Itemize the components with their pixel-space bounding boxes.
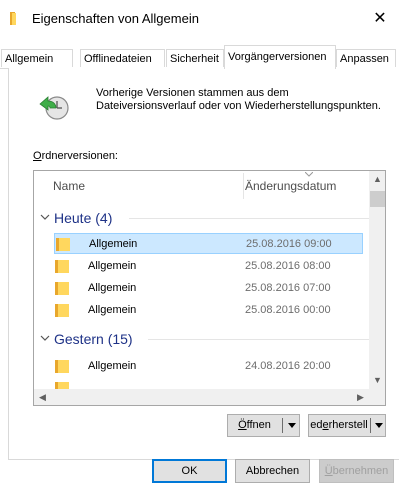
- group-label: Heute (4): [54, 210, 113, 226]
- column-header-name[interactable]: Name: [53, 171, 85, 201]
- group-header-yesterday[interactable]: Gestern (15): [34, 328, 369, 352]
- open-split-button[interactable]: Öffnen: [227, 414, 300, 437]
- restore-button-label: ederherstell: [310, 419, 368, 431]
- tab-anpassen[interactable]: Anpassen: [336, 49, 396, 67]
- column-header-date[interactable]: Änderungsdatum: [245, 171, 336, 201]
- list-item-partial[interactable]: [54, 378, 363, 389]
- dropdown-arrow-icon[interactable]: [285, 415, 299, 436]
- tab-allgemein[interactable]: Allgemein: [1, 49, 73, 67]
- restore-split-button[interactable]: ederherstell: [308, 414, 386, 437]
- tab-strip: Allgemein Offlinedateien Sicherheit Vorg…: [0, 44, 399, 69]
- open-button-label: Öffnen: [238, 419, 271, 431]
- folder-versions-label-rest: rdnerversionen:: [41, 150, 118, 162]
- folder-icon: [55, 282, 69, 295]
- list-item[interactable]: Allgemein 25.08.2016 08:00: [54, 256, 363, 277]
- folder-icon: [56, 238, 70, 251]
- split-separator: [370, 418, 371, 433]
- scrollbar-corner: [369, 389, 385, 405]
- group-divider: [129, 218, 369, 219]
- restore-clock-icon: [39, 96, 69, 120]
- tab-offlinedateien[interactable]: Offlinedateien: [80, 49, 165, 67]
- vertical-scrollbar[interactable]: ▲ ▼: [369, 171, 385, 389]
- split-separator: [282, 418, 283, 433]
- folder-icon: [10, 12, 16, 25]
- folder-versions-label: Ordnerversionen:: [33, 150, 118, 162]
- chevron-down-icon: [40, 214, 50, 220]
- apply-button[interactable]: Übernehmen: [319, 459, 394, 483]
- description-text: Vorherige Versionen stammen aus dem Date…: [96, 87, 381, 112]
- window-title: Eigenschaften von Allgemein: [32, 11, 199, 26]
- properties-dialog: Eigenschaften von Allgemein ✕ Allgemein …: [0, 0, 399, 487]
- horizontal-scrollbar[interactable]: ◀ ▶: [34, 389, 369, 405]
- close-button[interactable]: ✕: [366, 6, 394, 32]
- chevron-down-icon: [40, 335, 50, 341]
- close-icon: ✕: [373, 10, 387, 27]
- folder-icon: [55, 382, 69, 389]
- list-item[interactable]: Allgemein 25.08.2016 09:00: [54, 233, 363, 254]
- scroll-left-icon[interactable]: ◀: [34, 389, 51, 405]
- group-label: Gestern (15): [54, 331, 133, 347]
- list-item[interactable]: Allgemein 25.08.2016 00:00: [54, 300, 363, 321]
- folder-icon: [55, 360, 69, 373]
- scroll-up-icon[interactable]: ▲: [369, 171, 385, 188]
- group-divider: [148, 339, 369, 340]
- list-item[interactable]: Allgemein 25.08.2016 07:00: [54, 278, 363, 299]
- column-separator: [243, 173, 244, 199]
- folder-icon: [55, 304, 69, 317]
- tab-vorgaengerversionen[interactable]: Vorgängerversionen: [224, 45, 336, 69]
- title-bar: Eigenschaften von Allgemein ✕: [0, 0, 399, 38]
- scrollbar-thumb[interactable]: [370, 191, 385, 207]
- tab-sicherheit[interactable]: Sicherheit: [166, 49, 224, 67]
- group-header-today[interactable]: Heute (4): [34, 207, 369, 231]
- list-item[interactable]: Allgemein 24.08.2016 20:00: [54, 356, 363, 377]
- dropdown-arrow-icon[interactable]: [372, 415, 386, 436]
- versions-list[interactable]: Name Änderungsdatum Heute (4) Allgemein …: [33, 170, 386, 406]
- cancel-button[interactable]: Abbrechen: [235, 459, 310, 483]
- ok-button[interactable]: OK: [152, 459, 227, 483]
- scroll-down-icon[interactable]: ▼: [369, 372, 385, 389]
- scroll-right-icon[interactable]: ▶: [352, 389, 369, 405]
- folder-icon: [55, 260, 69, 273]
